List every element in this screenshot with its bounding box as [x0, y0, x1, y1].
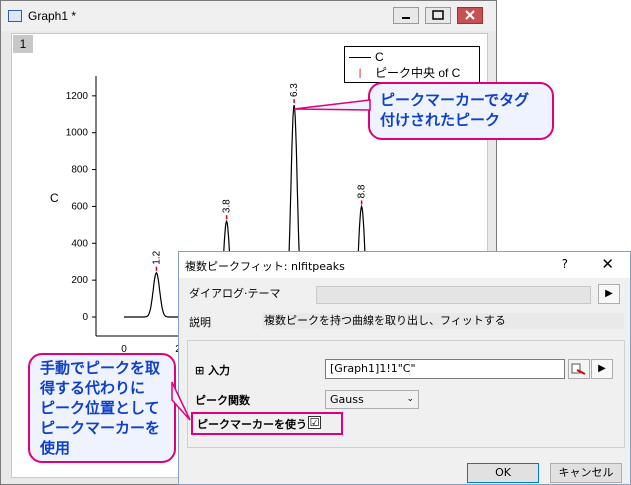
input-label: 入力: [208, 364, 231, 377]
callout-manual-line3: ピーク位置として: [40, 399, 160, 417]
right-triangle-icon: ▶: [605, 288, 613, 299]
y-axis-label: C: [50, 191, 59, 205]
callout-manual-peaks: 手動でピークを取 得する代わりに ピーク位置として ピークマーカーを 使用: [28, 353, 176, 463]
callout-peak-marker-line2: 付けされたピーク: [380, 111, 501, 129]
legend-entry-marker: | ピーク中央 of C: [349, 65, 461, 81]
use-peak-marker-checkbox[interactable]: ☑: [308, 416, 321, 429]
input-field[interactable]: [Graph1]1!1"C": [325, 359, 565, 379]
maximize-button[interactable]: [425, 7, 451, 24]
close-icon: [465, 10, 475, 20]
expand-icon[interactable]: ⊞: [195, 364, 204, 377]
graph-window-title: Graph1 *: [28, 9, 77, 23]
y-tick-label: 1000: [66, 128, 89, 139]
description-label: 説明: [189, 316, 211, 329]
y-tick-label: 200: [71, 275, 88, 286]
peak-function-select[interactable]: Gauss ⌄: [325, 390, 419, 409]
input-menu-button[interactable]: ▶: [591, 359, 613, 379]
peak-function-label: ピーク関数: [195, 394, 250, 407]
minimize-icon: [402, 17, 410, 19]
callout-manual-line5: 使用: [40, 439, 71, 457]
legend-line-swatch: [349, 57, 371, 59]
dialog-titlebar[interactable]: 複数ピークフィット: nlfitpeaks ? ✕: [179, 252, 630, 278]
y-tick-label: 0: [82, 312, 88, 323]
y-tick-label: 600: [71, 201, 88, 212]
cancel-button[interactable]: キャンセル: [550, 463, 622, 483]
peak-label: 3.8: [222, 199, 233, 213]
maximize-icon: [432, 10, 444, 20]
input-row-label[interactable]: ⊞ 入力: [195, 362, 230, 378]
theme-menu-button[interactable]: ▶: [598, 284, 620, 304]
y-tick-label: 400: [71, 238, 88, 249]
help-icon[interactable]: ?: [562, 257, 568, 271]
ok-button[interactable]: OK: [467, 463, 539, 483]
graph-titlebar[interactable]: Graph1 *: [1, 1, 496, 31]
callout-manual-line2: 得する代わりに: [40, 379, 146, 397]
callout-peak-marker: ピークマーカーでタグ 付けされたピーク: [368, 82, 554, 140]
description-text: 複数ピークを持つ曲線を取り出し、フィットする: [262, 313, 624, 329]
peak-label: 6.3: [289, 83, 300, 97]
right-triangle-icon: ▶: [598, 363, 606, 374]
callout-manual-line4: ピークマーカーを: [40, 419, 161, 437]
theme-label: ダイアログ·テーマ: [189, 287, 281, 300]
peak-label: 8.8: [357, 184, 368, 198]
theme-combo[interactable]: [316, 286, 591, 304]
use-peak-marker-label: ピークマーカーを使う: [197, 418, 307, 431]
y-tick-label: 1200: [66, 91, 89, 102]
select-data-button[interactable]: [568, 359, 590, 379]
y-tick-label: 800: [71, 165, 88, 176]
callout-manual-pointer: [171, 381, 191, 421]
callout-peak-marker-pointer: [293, 99, 371, 111]
chevron-down-icon: ⌄: [406, 394, 414, 404]
dialog-title: 複数ピークフィット: nlfitpeaks: [185, 260, 345, 273]
close-button[interactable]: [457, 7, 483, 24]
callout-manual-line1: 手動でピークを取: [40, 359, 161, 377]
minimize-button[interactable]: [393, 7, 419, 24]
peak-function-value: Gauss: [330, 393, 364, 406]
dialog-close-icon[interactable]: ✕: [601, 255, 614, 273]
legend[interactable]: C | ピーク中央 of C: [344, 46, 480, 83]
legend-marker-label: ピーク中央 of C: [375, 66, 461, 80]
peak-label: 1.2: [151, 250, 162, 264]
legend-entry-line: C: [349, 49, 384, 65]
y-ticks: 0 200 400 600 800 1000 1200: [66, 91, 96, 323]
graph-window-icon: [8, 10, 22, 22]
legend-line-label: C: [375, 50, 384, 64]
select-data-icon: [571, 363, 586, 375]
multi-peak-fit-dialog: 複数ピークフィット: nlfitpeaks ? ✕ ダイアログ·テーマ ▶ 説明…: [178, 251, 631, 485]
callout-peak-marker-line1: ピークマーカーでタグ: [380, 91, 530, 109]
legend-marker-swatch: |: [358, 67, 362, 79]
